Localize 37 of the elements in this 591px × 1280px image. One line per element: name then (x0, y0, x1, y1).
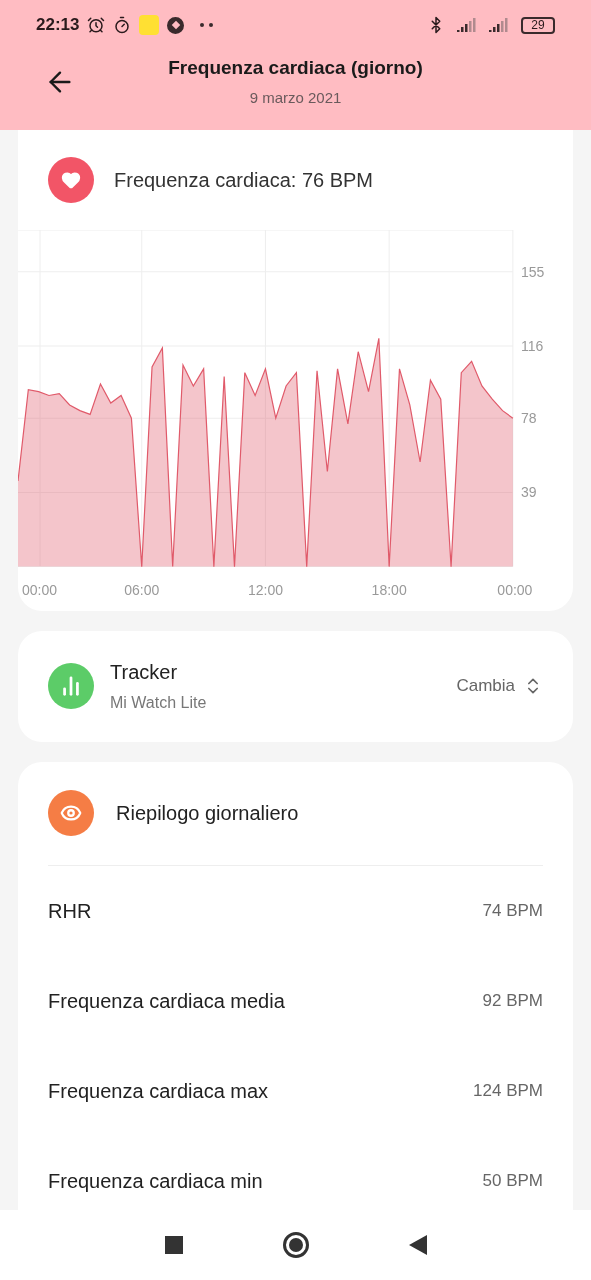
stat-value: 92 BPM (482, 989, 543, 1012)
summary-title: Riepilogo giornaliero (116, 801, 299, 827)
change-device-button[interactable]: Cambia (456, 673, 543, 699)
y-axis-label: 116 (520, 338, 544, 354)
y-axis-label: 155 (520, 263, 545, 280)
home-button[interactable] (282, 1232, 309, 1258)
y-axis-label: 78 (520, 410, 537, 427)
x-axis-label: 12:00 (247, 581, 283, 598)
signal-icon (489, 18, 509, 32)
stat-label: RHR (48, 898, 92, 924)
x-axis-label: 06:00 (124, 581, 160, 598)
page-date: 9 marzo 2021 (249, 87, 342, 108)
status-time: 22:13 (36, 14, 80, 37)
recents-button[interactable] (164, 1236, 183, 1254)
bar-chart-icon (48, 663, 94, 710)
eye-icon (48, 790, 94, 837)
y-axis-label: 39 (520, 484, 537, 501)
x-axis-label: 18:00 (371, 581, 407, 598)
tracker-title: Tracker (110, 660, 179, 686)
x-axis-label: 00:00 (22, 581, 58, 598)
stat-value: 50 BPM (482, 1169, 543, 1192)
signal-icon (457, 18, 477, 32)
stat-label: Frequenza cardiaca min (48, 1168, 263, 1194)
more-notifications-icon (200, 23, 214, 27)
stat-label: Frequenza cardiaca max (48, 1078, 269, 1104)
device-name: Mi Watch Lite (110, 693, 207, 714)
app-icon (139, 15, 160, 35)
back-nav-button[interactable] (408, 1235, 427, 1255)
stat-label: Frequenza cardiaca media (48, 988, 285, 1014)
page-title: Frequenza cardiaca (giorno) (168, 56, 423, 80)
stat-value: 74 BPM (482, 899, 543, 922)
battery-icon: 29 (521, 16, 555, 34)
x-axis-label: 00:00 (497, 581, 533, 598)
stat-value: 124 BPM (473, 1079, 543, 1102)
heart-rate-reading: Frequenza cardiaca: 76 BPM (114, 168, 374, 193)
alarm-icon (87, 16, 106, 34)
timer-icon (113, 16, 132, 34)
